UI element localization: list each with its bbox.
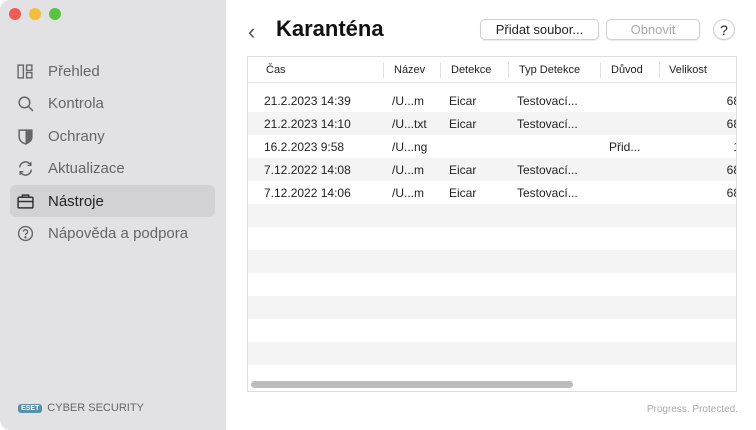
table-cell: /U...m (392, 163, 424, 177)
eset-badge: ESET (18, 403, 43, 413)
close-button[interactable] (9, 8, 21, 20)
table-cell: Eicar (449, 117, 477, 131)
table-cell: Eicar (449, 163, 477, 177)
table-cell: 21.2.2023 14:39 (264, 94, 351, 108)
table-cell: Eicar (449, 186, 477, 200)
refresh-button[interactable]: Obnovit (606, 19, 700, 40)
table-cell: /U...txt (392, 117, 427, 131)
table-cell: Testovací... (517, 117, 578, 131)
table-cell: 21.2.2023 14:10 (264, 117, 351, 131)
help-button[interactable]: ? (713, 19, 735, 40)
table-cell: 1 (733, 140, 736, 154)
table-row[interactable]: 16.2.2023 9:58/U...ng Přid... 1 (248, 135, 736, 158)
toolbox-icon (17, 193, 34, 209)
table-cell: /U...m (392, 186, 424, 200)
column-header-nazev[interactable]: Název (394, 64, 425, 76)
column-divider[interactable] (440, 62, 441, 78)
empty-row (248, 204, 736, 227)
refresh-icon (18, 161, 33, 176)
sidebar-item-label: Přehled (48, 62, 100, 80)
table-cell: 68 (726, 94, 736, 108)
table-body: 21.2.2023 14:39/U...m Eicar Testovací... 68… (248, 89, 736, 388)
column-divider[interactable] (383, 62, 384, 78)
table-cell: /U...ng (392, 140, 428, 154)
empty-row (248, 273, 736, 296)
add-file-button[interactable]: Přidat soubor... (480, 19, 599, 40)
table-cell: 68 (726, 117, 736, 131)
table-cell: 7.12.2022 14:08 (264, 163, 351, 177)
table-row[interactable]: 21.2.2023 14:39/U...m Eicar Testovací... 68 (248, 89, 736, 112)
column-header-typ-detekce[interactable]: Typ Detekce (519, 64, 580, 76)
column-divider[interactable] (600, 62, 601, 78)
column-header-detekce[interactable]: Detekce (451, 64, 491, 76)
dashboard-icon (17, 63, 33, 79)
column-header-duvod[interactable]: Důvod (611, 64, 643, 76)
sidebar-item-label: Nástroje (48, 192, 104, 210)
sidebar-item-label: Nápověda a podpora (48, 225, 189, 242)
table-cell: Přid... (609, 140, 641, 154)
window-controls (9, 8, 61, 20)
table-cell: /U...m (392, 94, 424, 108)
table-cell: Testovací... (517, 186, 578, 200)
table-cell: Testovací... (517, 163, 578, 177)
table-row[interactable]: 7.12.2022 14:06/U...m Eicar Testovací... 68 (248, 181, 736, 204)
sidebar-nav: Přehled Kontrola Ochrany Aktualizace Nás… (10, 55, 215, 250)
main-panel: ‹ Karanténa Přidat soubor... Obnovit ? Č… (226, 0, 756, 430)
search-icon (18, 96, 34, 112)
sidebar: Přehled Kontrola Ochrany Aktualizace Nás… (0, 0, 226, 430)
table-cell: 7.12.2022 14:06 (264, 186, 351, 200)
empty-row (248, 227, 736, 250)
sidebar-item-kontrola[interactable]: Kontrola (10, 88, 215, 120)
empty-row (248, 319, 736, 342)
empty-row (248, 296, 736, 319)
column-header-velikost[interactable]: Velikost (669, 64, 707, 76)
sidebar-item-ochrany[interactable]: Ochrany (10, 120, 215, 152)
empty-row (248, 250, 736, 273)
tagline: Progress. Protected. (646, 404, 738, 415)
sidebar-item-label: Kontrola (48, 95, 104, 112)
empty-row (248, 342, 736, 365)
column-header-cas[interactable]: Čas (266, 64, 286, 76)
sidebar-item-prehled[interactable]: Přehled (10, 55, 215, 87)
table-row[interactable]: 7.12.2022 14:08/U...m Eicar Testovací... 68 (248, 158, 736, 181)
help-icon (17, 225, 34, 242)
zoom-button[interactable] (49, 8, 61, 20)
table-header: Čas Název Detekce Typ Detekce Důvod Veli… (248, 57, 736, 83)
sidebar-item-label: Aktualizace (48, 160, 125, 177)
horizontal-scrollbar[interactable] (251, 381, 573, 388)
sidebar-item-napoveda[interactable]: Nápověda a podpora (10, 218, 215, 250)
sidebar-item-nastroje[interactable]: Nástroje (10, 185, 215, 217)
eset-logo: ESET CYBER SECURITY (18, 402, 144, 414)
table-cell: 16.2.2023 9:58 (264, 140, 345, 154)
page-title: Karanténa (276, 16, 384, 41)
column-divider[interactable] (508, 62, 509, 78)
table-cell: 68 (726, 163, 736, 177)
column-divider[interactable] (659, 62, 660, 78)
table-cell: Testovací... (517, 94, 578, 108)
table-row[interactable]: 21.2.2023 14:10/U...txt Eicar Testovací...… (248, 112, 736, 135)
sidebar-item-aktualizace[interactable]: Aktualizace (10, 153, 215, 185)
sidebar-item-label: Ochrany (48, 127, 105, 145)
back-chevron-icon[interactable]: ‹ (248, 19, 255, 45)
minimize-button[interactable] (29, 8, 41, 20)
table-cell: Eicar (449, 94, 477, 108)
quarantine-table: Čas Název Detekce Typ Detekce Důvod Veli… (247, 56, 737, 392)
brand-text: CYBER SECURITY (47, 402, 144, 414)
shield-icon (18, 128, 33, 145)
table-cell: 68 (726, 186, 736, 200)
